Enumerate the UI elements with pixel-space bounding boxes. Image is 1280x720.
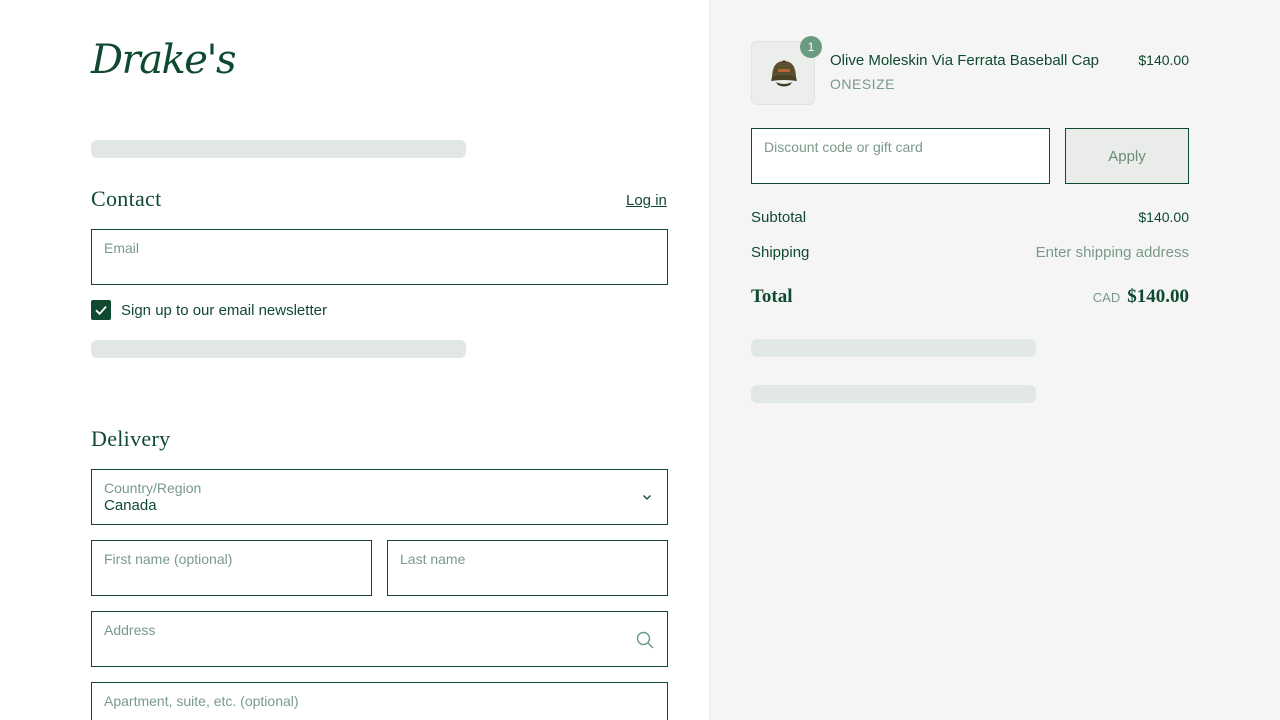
address-label: Address — [104, 622, 156, 638]
apartment-field[interactable]: Apartment, suite, etc. (optional) — [91, 682, 668, 720]
chevron-down-icon — [643, 495, 651, 500]
subtotal-label: Subtotal — [751, 209, 807, 226]
first-name-label: First name (optional) — [104, 551, 233, 567]
product-variant: ONESIZE — [830, 76, 895, 92]
last-name-field[interactable]: Last name — [387, 540, 668, 596]
loading-placeholder — [91, 340, 466, 358]
checkout-form-panel: Drake's Contact Log in Email Sign up to … — [0, 0, 709, 720]
newsletter-label: Sign up to our email newsletter — [121, 301, 327, 319]
first-name-field[interactable]: First name (optional) — [91, 540, 372, 596]
product-price: $140.00 — [1138, 52, 1189, 68]
total-value: $140.00 — [1127, 286, 1189, 307]
checkmark-icon — [95, 306, 107, 316]
quantity-badge: 1 — [800, 36, 822, 58]
newsletter-row[interactable]: Sign up to our email newsletter — [91, 300, 327, 320]
total-amount: CAD $140.00 — [1093, 286, 1189, 308]
loading-placeholder — [751, 385, 1036, 403]
contact-title: Contact — [91, 186, 162, 211]
shipping-value: Enter shipping address — [1035, 244, 1189, 261]
last-name-label: Last name — [400, 551, 466, 567]
login-link[interactable]: Log in — [626, 192, 667, 209]
email-field[interactable]: Email — [91, 229, 668, 285]
email-label: Email — [104, 240, 140, 256]
newsletter-checkbox[interactable] — [91, 300, 111, 320]
subtotal-value: $140.00 — [1138, 209, 1189, 225]
discount-placeholder: Discount code or gift card — [764, 139, 923, 155]
country-label: Country/Region — [104, 480, 202, 496]
product-name: Olive Moleskin Via Ferrata Baseball Cap — [830, 52, 1100, 69]
order-summary-panel — [709, 0, 1280, 720]
apartment-label: Apartment, suite, etc. (optional) — [104, 693, 299, 709]
total-label: Total — [751, 286, 793, 307]
country-select[interactable]: Country/Region Canada — [91, 469, 668, 525]
address-field[interactable]: Address — [91, 611, 668, 667]
country-value: Canada — [104, 497, 157, 514]
apply-discount-button[interactable]: Apply — [1065, 128, 1189, 184]
total-currency: CAD — [1092, 290, 1121, 305]
loading-placeholder — [91, 140, 466, 158]
shipping-label: Shipping — [751, 244, 810, 261]
brand-logo[interactable]: Drake's — [91, 36, 236, 84]
discount-code-field[interactable]: Discount code or gift card — [751, 128, 1050, 184]
delivery-title: Delivery — [91, 426, 171, 451]
loading-placeholder — [751, 339, 1036, 357]
search-icon[interactable] — [635, 630, 655, 650]
